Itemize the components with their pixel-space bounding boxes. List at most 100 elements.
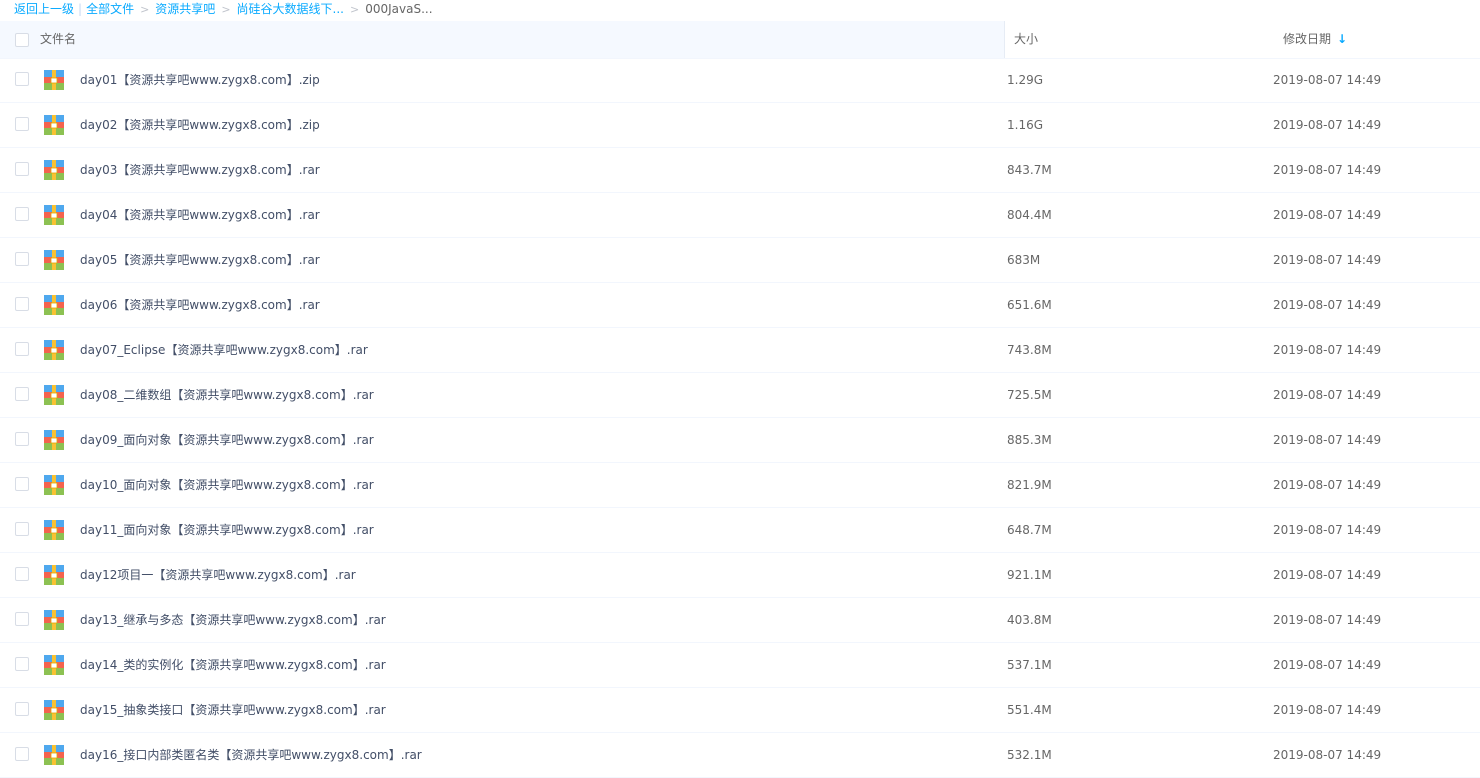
row-checkbox[interactable] bbox=[15, 117, 29, 131]
row-checkbox[interactable] bbox=[15, 387, 29, 401]
file-row[interactable]: day15_抽象类接口【资源共享吧www.zygx8.com】.rar 551.4… bbox=[0, 688, 1480, 733]
back-link[interactable]: 返回上一级 bbox=[14, 2, 74, 16]
file-modified-date: 2019-08-07 14:49 bbox=[1273, 118, 1382, 132]
archive-file-icon bbox=[44, 430, 64, 450]
column-divider bbox=[1004, 21, 1005, 58]
archive-file-icon bbox=[44, 160, 64, 180]
breadcrumb-all-files[interactable]: 全部文件 bbox=[86, 2, 134, 16]
file-row[interactable]: day08_二维数组【资源共享吧www.zygx8.com】.rar 725.5M… bbox=[0, 373, 1480, 418]
file-name[interactable]: day11_面向对象【资源共享吧www.zygx8.com】.rar bbox=[80, 508, 374, 552]
file-list: day01【资源共享吧www.zygx8.com】.zip 1.29G 2019-0… bbox=[0, 58, 1480, 778]
file-modified-date: 2019-08-07 14:49 bbox=[1273, 748, 1382, 762]
archive-file-icon bbox=[44, 295, 64, 315]
archive-file-icon bbox=[44, 610, 64, 630]
archive-file-icon bbox=[44, 115, 64, 135]
file-row[interactable]: day04【资源共享吧www.zygx8.com】.rar 804.4M 2019-… bbox=[0, 193, 1480, 238]
arrow-down-icon: ↓ bbox=[1337, 32, 1348, 46]
file-name[interactable]: day02【资源共享吧www.zygx8.com】.zip bbox=[80, 103, 320, 147]
file-name[interactable]: day15_抽象类接口【资源共享吧www.zygx8.com】.rar bbox=[80, 688, 386, 732]
row-checkbox[interactable] bbox=[15, 657, 29, 671]
row-checkbox[interactable] bbox=[15, 702, 29, 716]
breadcrumb-separator: > bbox=[221, 3, 231, 16]
breadcrumb-separator: > bbox=[349, 3, 360, 16]
file-size: 921.1M bbox=[1007, 568, 1052, 582]
archive-file-icon bbox=[44, 70, 64, 90]
archive-file-icon bbox=[44, 520, 64, 540]
archive-file-icon bbox=[44, 745, 64, 765]
row-checkbox[interactable] bbox=[15, 162, 29, 176]
row-checkbox[interactable] bbox=[15, 207, 29, 221]
file-size: 683M bbox=[1007, 253, 1041, 267]
breadcrumb-current: 000JavaS... bbox=[365, 2, 433, 16]
file-modified-date: 2019-08-07 14:49 bbox=[1273, 163, 1382, 177]
file-size: 821.9M bbox=[1007, 478, 1052, 492]
file-modified-date: 2019-08-07 14:49 bbox=[1273, 658, 1382, 672]
archive-file-icon bbox=[44, 205, 64, 225]
file-modified-date: 2019-08-07 14:49 bbox=[1273, 388, 1382, 402]
file-size: 1.16G bbox=[1007, 118, 1044, 132]
file-name[interactable]: day13_继承与多态【资源共享吧www.zygx8.com】.rar bbox=[80, 598, 386, 642]
file-name[interactable]: day16_接口内部类匿名类【资源共享吧www.zygx8.com】.rar bbox=[80, 733, 422, 777]
file-size: 532.1M bbox=[1007, 748, 1052, 762]
file-size: 651.6M bbox=[1007, 298, 1052, 312]
file-modified-date: 2019-08-07 14:49 bbox=[1273, 253, 1382, 267]
file-row[interactable]: day16_接口内部类匿名类【资源共享吧www.zygx8.com】.rar 53… bbox=[0, 733, 1480, 778]
archive-file-icon bbox=[44, 700, 64, 720]
file-row[interactable]: day13_继承与多态【资源共享吧www.zygx8.com】.rar 403.8… bbox=[0, 598, 1480, 643]
archive-file-icon bbox=[44, 475, 64, 495]
breadcrumb-divider: | bbox=[78, 2, 83, 16]
file-row[interactable]: day11_面向对象【资源共享吧www.zygx8.com】.rar 648.7M… bbox=[0, 508, 1480, 553]
file-row[interactable]: day02【资源共享吧www.zygx8.com】.zip 1.16G 2019-0… bbox=[0, 103, 1480, 148]
row-checkbox[interactable] bbox=[15, 72, 29, 86]
row-checkbox[interactable] bbox=[15, 342, 29, 356]
file-size: 843.7M bbox=[1007, 163, 1052, 177]
breadcrumb-level-2[interactable]: 尚硅谷大数据线下... bbox=[237, 2, 344, 16]
file-row[interactable]: day01【资源共享吧www.zygx8.com】.zip 1.29G 2019-0… bbox=[0, 58, 1480, 103]
file-name[interactable]: day14_类的实例化【资源共享吧www.zygx8.com】.rar bbox=[80, 643, 386, 687]
breadcrumb-separator: > bbox=[140, 3, 150, 16]
select-all-checkbox[interactable] bbox=[15, 33, 29, 47]
file-list-header: 文件名 大小 修改日期 ↓ bbox=[0, 21, 1480, 59]
header-modified-date[interactable]: 修改日期 ↓ bbox=[1283, 21, 1347, 58]
file-row[interactable]: day03【资源共享吧www.zygx8.com】.rar 843.7M 2019-… bbox=[0, 148, 1480, 193]
row-checkbox[interactable] bbox=[15, 567, 29, 581]
file-name[interactable]: day07_Eclipse【资源共享吧www.zygx8.com】.rar bbox=[80, 328, 368, 372]
file-size: 551.4M bbox=[1007, 703, 1052, 717]
row-checkbox[interactable] bbox=[15, 297, 29, 311]
file-name[interactable]: day09_面向对象【资源共享吧www.zygx8.com】.rar bbox=[80, 418, 374, 462]
name-column-header bbox=[0, 21, 1004, 58]
breadcrumb-level-1[interactable]: 资源共享吧 bbox=[155, 2, 215, 16]
file-size: 743.8M bbox=[1007, 343, 1052, 357]
file-name[interactable]: day10_面向对象【资源共享吧www.zygx8.com】.rar bbox=[80, 463, 374, 507]
row-checkbox[interactable] bbox=[15, 432, 29, 446]
row-checkbox[interactable] bbox=[15, 477, 29, 491]
file-modified-date: 2019-08-07 14:49 bbox=[1273, 568, 1382, 582]
file-name[interactable]: day12项目一【资源共享吧www.zygx8.com】.rar bbox=[80, 553, 356, 597]
file-size: 403.8M bbox=[1007, 613, 1052, 627]
file-name[interactable]: day04【资源共享吧www.zygx8.com】.rar bbox=[80, 193, 320, 237]
file-size: 648.7M bbox=[1007, 523, 1052, 537]
file-modified-date: 2019-08-07 14:49 bbox=[1273, 73, 1382, 87]
row-checkbox[interactable] bbox=[15, 747, 29, 761]
row-checkbox[interactable] bbox=[15, 252, 29, 266]
file-row[interactable]: day05【资源共享吧www.zygx8.com】.rar 683M 2019-08… bbox=[0, 238, 1480, 283]
file-row[interactable]: day10_面向对象【资源共享吧www.zygx8.com】.rar 821.9M… bbox=[0, 463, 1480, 508]
file-row[interactable]: day06【资源共享吧www.zygx8.com】.rar 651.6M 2019-… bbox=[0, 283, 1480, 328]
file-row[interactable]: day09_面向对象【资源共享吧www.zygx8.com】.rar 885.3M… bbox=[0, 418, 1480, 463]
file-modified-date: 2019-08-07 14:49 bbox=[1273, 433, 1382, 447]
file-name[interactable]: day03【资源共享吧www.zygx8.com】.rar bbox=[80, 148, 320, 192]
file-name[interactable]: day05【资源共享吧www.zygx8.com】.rar bbox=[80, 238, 320, 282]
header-filename[interactable]: 文件名 bbox=[40, 21, 76, 58]
row-checkbox[interactable] bbox=[15, 612, 29, 626]
file-name[interactable]: day01【资源共享吧www.zygx8.com】.zip bbox=[80, 58, 320, 102]
archive-file-icon bbox=[44, 250, 64, 270]
file-row[interactable]: day14_类的实例化【资源共享吧www.zygx8.com】.rar 537.1… bbox=[0, 643, 1480, 688]
file-row[interactable]: day07_Eclipse【资源共享吧www.zygx8.com】.rar 743… bbox=[0, 328, 1480, 373]
file-name[interactable]: day06【资源共享吧www.zygx8.com】.rar bbox=[80, 283, 320, 327]
file-name[interactable]: day08_二维数组【资源共享吧www.zygx8.com】.rar bbox=[80, 373, 374, 417]
file-row[interactable]: day12项目一【资源共享吧www.zygx8.com】.rar 921.1M 20… bbox=[0, 553, 1480, 598]
header-size[interactable]: 大小 bbox=[1014, 21, 1038, 58]
file-size: 725.5M bbox=[1007, 388, 1052, 402]
file-size: 885.3M bbox=[1007, 433, 1052, 447]
row-checkbox[interactable] bbox=[15, 522, 29, 536]
